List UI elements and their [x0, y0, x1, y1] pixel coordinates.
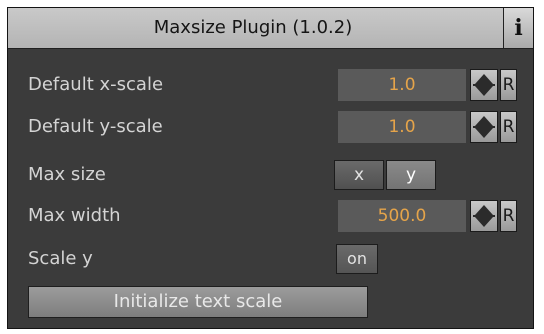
default-x-scale-spinner[interactable] [470, 69, 498, 101]
default-y-scale-label: Default y-scale [28, 116, 163, 137]
default-y-scale-reset-button[interactable]: R [500, 111, 517, 143]
max-width-field[interactable]: 500.0 [338, 200, 466, 232]
scale-y-label: Scale y [28, 248, 93, 269]
plugin-panel: Maxsize Plugin (1.0.2) i Default x-scale… [7, 7, 534, 329]
default-x-scale-reset-button[interactable]: R [500, 69, 517, 101]
arrow-down-icon[interactable] [475, 217, 493, 227]
title-bar: Maxsize Plugin (1.0.2) i [8, 8, 533, 49]
arrow-down-icon[interactable] [475, 128, 493, 138]
default-y-scale-spinner[interactable] [470, 111, 498, 143]
initialize-text-scale-button[interactable]: Initialize text scale [28, 286, 368, 318]
default-y-scale-field[interactable]: 1.0 [338, 111, 466, 143]
default-x-scale-label: Default x-scale [28, 74, 164, 95]
scale-y-toggle[interactable]: on [336, 244, 378, 274]
default-x-scale-field[interactable]: 1.0 [338, 69, 466, 101]
max-width-label: Max width [28, 205, 121, 226]
info-button[interactable]: i [503, 8, 533, 48]
arrow-up-icon[interactable] [475, 74, 493, 84]
arrow-up-icon[interactable] [475, 116, 493, 126]
max-size-option-x[interactable]: x [334, 160, 384, 190]
max-size-option-y[interactable]: y [386, 160, 436, 190]
max-width-spinner[interactable] [470, 200, 498, 232]
arrow-down-icon[interactable] [475, 86, 493, 96]
max-width-reset-button[interactable]: R [500, 200, 517, 232]
arrow-up-icon[interactable] [475, 205, 493, 215]
panel-title: Maxsize Plugin (1.0.2) [153, 17, 353, 38]
max-size-label: Max size [28, 164, 106, 185]
